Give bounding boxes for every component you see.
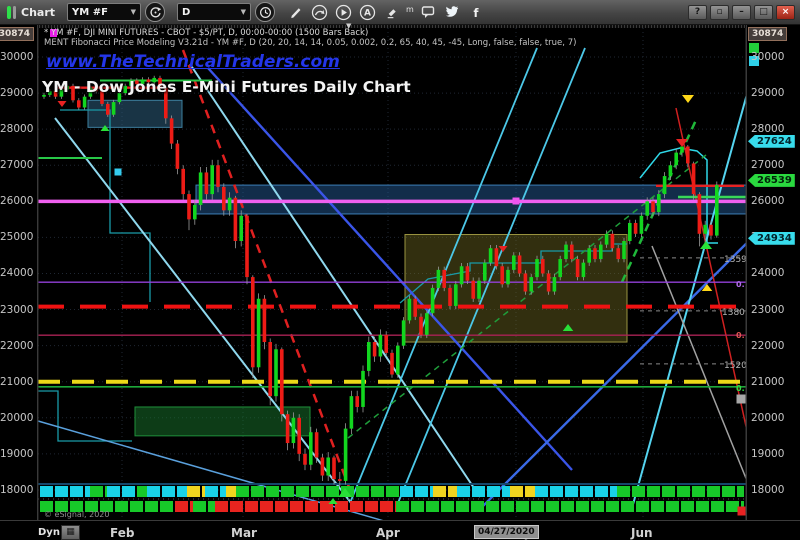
price-tick-label: 21000 <box>0 375 34 388</box>
time-axis: Dyn ▦ FebMarAprMayJun04/27/2020 <box>0 520 800 540</box>
dyn-label[interactable]: Dyn <box>38 527 60 538</box>
indicator-bands-layer <box>38 483 746 512</box>
chart-window: Chart YM #F ▼ D ▼ A m f ? ▫ – □ × 1359 1… <box>0 0 800 540</box>
price-tick-label: 19000 <box>751 447 785 460</box>
date-badge: 04/27/2020 <box>474 525 539 539</box>
price-tick-label: 30000 <box>0 51 34 63</box>
price-tick-label: 18000 <box>0 483 34 496</box>
price-badge: 27624 <box>748 134 795 148</box>
esignal-copyright: © eSignal, 2020 <box>44 510 110 519</box>
month-label: Apr <box>376 526 400 540</box>
price-tick-label: 24000 <box>0 267 34 280</box>
price-tick-label: 20000 <box>0 411 34 424</box>
time-template-grid-button[interactable]: ▦ <box>61 525 80 540</box>
month-label: Feb <box>110 526 135 540</box>
price-tick-label: 30000 <box>751 51 785 63</box>
svg-text:0.: 0. <box>736 280 745 289</box>
price-badge: 30874 <box>748 27 788 41</box>
price-tick-label: 25000 <box>0 231 34 244</box>
price-tick-label: 29000 <box>751 87 785 100</box>
svg-text:1520: 1520 <box>724 361 747 371</box>
price-tick-label: 18000 <box>751 483 785 496</box>
watermark-site-link: www.TheTechnicalTraders.com <box>46 52 340 72</box>
price-tick-label: 23000 <box>0 303 34 316</box>
price-tick-label: 19000 <box>0 447 34 460</box>
price-tick-label: 27000 <box>751 159 785 172</box>
left-price-axis: 30000 29000 28000 27000 26000 25000 24000 23000… <box>0 25 38 520</box>
right-price-axis: 3000029000280002700026000250002400023000… <box>746 25 800 520</box>
svg-text:1380: 1380 <box>722 308 745 318</box>
zone-boxes-layer <box>87 99 747 437</box>
price-tick-label: 24000 <box>751 267 785 280</box>
price-badge: 24934 <box>748 231 795 245</box>
month-label: Mar <box>231 526 257 540</box>
price-tick-label: 28000 <box>0 123 34 136</box>
price-tick-label: 21000 <box>751 375 785 388</box>
study-parameters-title: MENT Fibonacci Price Modeling V3.21d - Y… <box>44 38 577 48</box>
price-tick-label: 28000 <box>751 123 785 136</box>
price-tick-label: 20000 <box>751 411 785 424</box>
svg-text:0.: 0. <box>736 331 745 340</box>
price-tick-label: 27000 <box>0 159 34 172</box>
price-badge: 26539 <box>748 173 795 187</box>
price-tick-label: 22000 <box>0 339 34 352</box>
price-tick-label: 23000 <box>751 303 785 316</box>
price-badge-left: 30874 <box>0 27 34 41</box>
svg-text:0.: 0. <box>736 384 745 393</box>
price-tick-label: 29000 <box>0 87 34 100</box>
price-tick-label: 22000 <box>751 339 785 352</box>
price-tick-label: 26000 <box>751 195 785 208</box>
price-tick-label: 26000 <box>0 195 34 208</box>
chart-symbol-title: * YM #F, DJI MINI FUTURES - CBOT - $5/PT… <box>44 28 369 38</box>
svg-text:1359: 1359 <box>724 255 747 265</box>
month-label: Jun <box>631 526 653 540</box>
watermark-caption: YM - Dow Jones E-Mini Futures Daily Char… <box>42 78 411 96</box>
